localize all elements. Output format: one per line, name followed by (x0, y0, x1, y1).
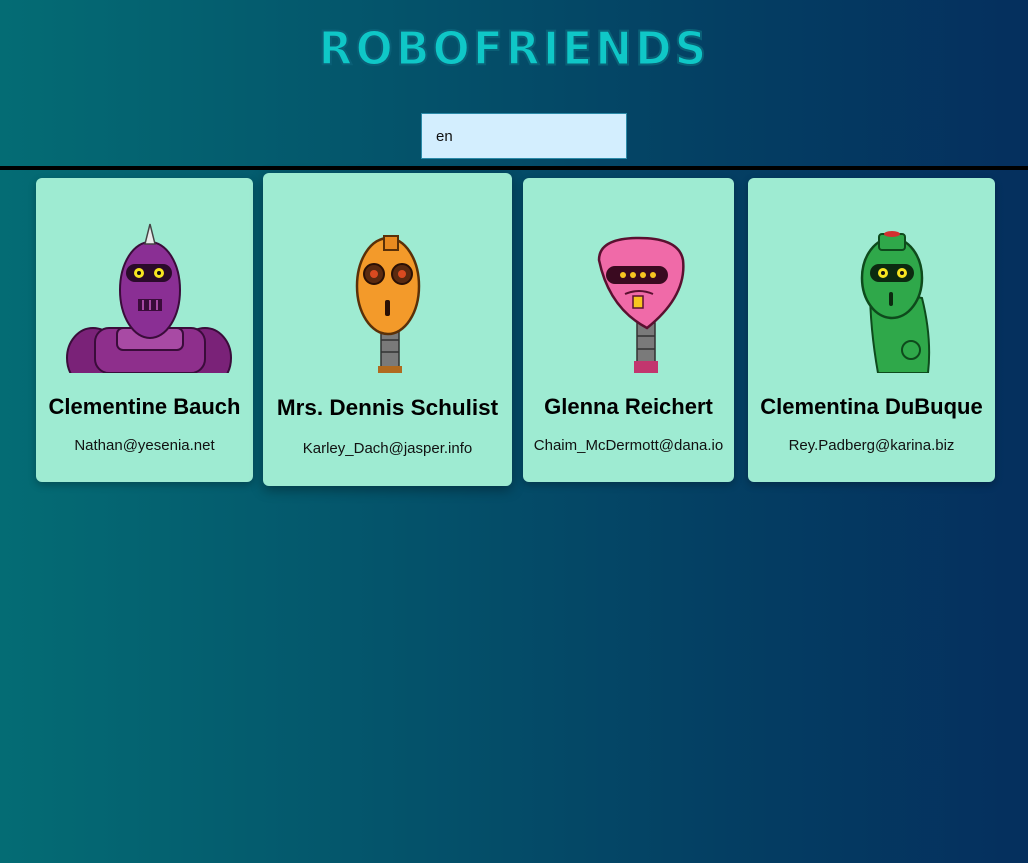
robot-email: Chaim_McDermott@dana.io (533, 437, 724, 454)
robot-card[interactable]: Glenna Reichert Chaim_McDermott@dana.io (523, 178, 734, 482)
robot-email: Nathan@yesenia.net (74, 437, 215, 454)
divider (0, 166, 1028, 170)
robot-card[interactable]: Mrs. Dennis Schulist Karley_Dach@jasper.… (263, 173, 512, 486)
robot-image (860, 231, 930, 373)
app-title: ROBOFRIENDS (318, 22, 710, 78)
robot-image (355, 235, 420, 373)
robot-email: Rey.Padberg@karina.biz (788, 437, 955, 454)
robot-image (65, 223, 232, 373)
robot-name: Clementina DuBuque (760, 394, 983, 419)
robot-card[interactable]: Clementine Bauch Nathan@yesenia.net (36, 178, 253, 482)
robot-card[interactable]: Clementina DuBuque Rey.Padberg@karina.bi… (748, 178, 995, 482)
robot-name: Mrs. Dennis Schulist (276, 395, 499, 420)
robot-name: Clementine Bauch (48, 394, 241, 419)
header: ROBOFRIENDS (0, 22, 1028, 78)
robot-email: Karley_Dach@jasper.info (302, 440, 473, 457)
robot-image (597, 236, 685, 373)
search-input[interactable] (421, 113, 627, 159)
robot-name: Glenna Reichert (544, 394, 713, 419)
